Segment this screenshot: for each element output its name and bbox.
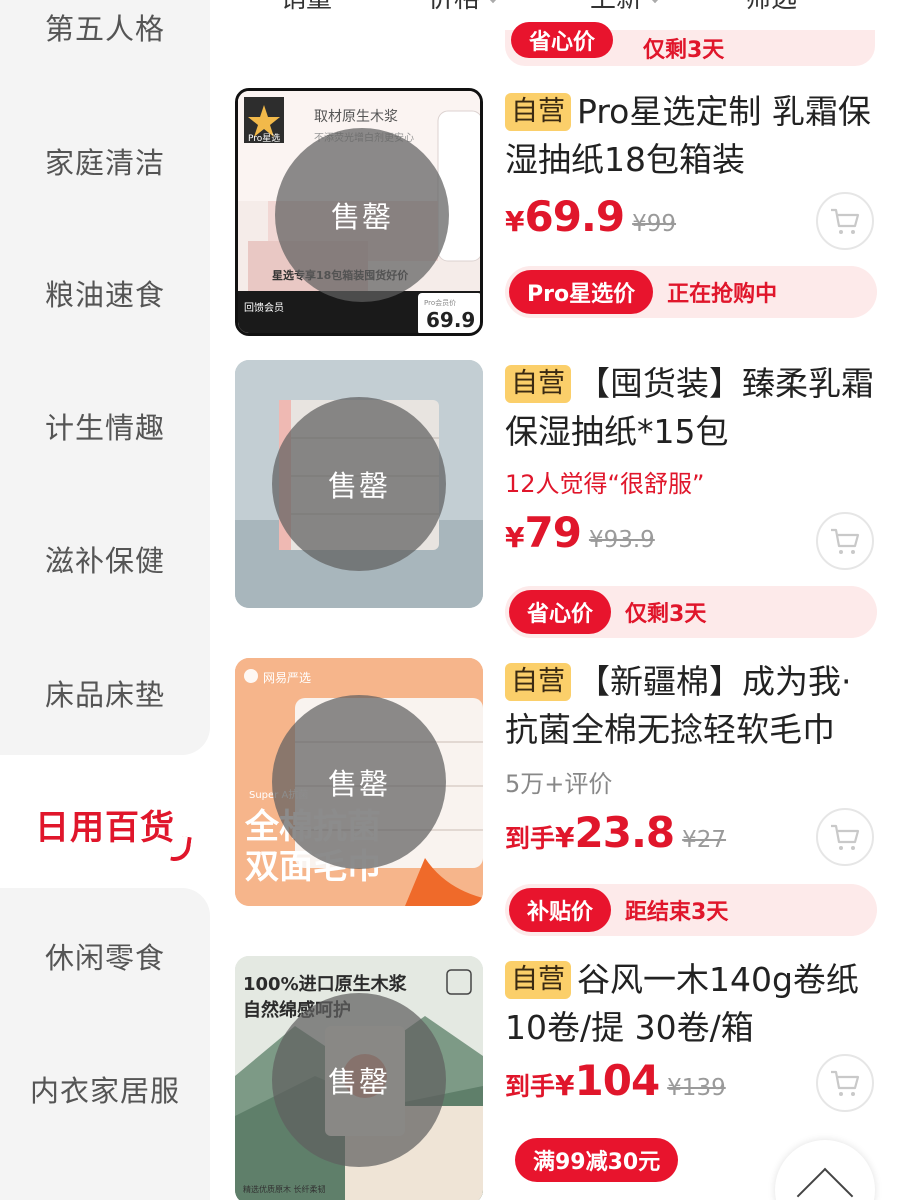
sidebar-item-family-planning[interactable]: 计生情趣 — [0, 405, 210, 447]
sold-out-overlay: 售罄 — [275, 128, 449, 302]
promo-strip: 补贴价 距结束3天 — [505, 884, 877, 936]
price-row: 到手 ¥ 23.8 ¥27 — [505, 808, 726, 860]
price-currency: ¥ — [555, 1069, 575, 1102]
sort-new[interactable]: 上新 — [590, 0, 663, 15]
previous-item-promo: 省心价 仅剩3天 — [505, 22, 875, 66]
image-member: 回馈会员 — [244, 301, 284, 314]
product-title[interactable]: 自营 Pro星选定制 乳霜保湿抽纸18包箱装 — [505, 88, 880, 184]
price-value: 104 — [574, 1056, 661, 1105]
original-price: ¥99 — [632, 211, 677, 237]
original-price: ¥93.9 — [588, 527, 655, 553]
add-to-cart-button[interactable] — [816, 1054, 874, 1112]
review-count: 5万+评价 — [505, 770, 613, 798]
sold-out-overlay: 售罄 — [272, 993, 446, 1167]
price-row: ¥ 79 ¥93.9 — [505, 508, 655, 560]
promo-text: 仅剩3天 — [625, 602, 707, 627]
sort-sales[interactable]: 销量 — [280, 0, 332, 15]
sort-price-label: 价格 — [428, 0, 480, 14]
price-prefix: 到手 — [505, 824, 556, 853]
price-row: ¥ 69.9 ¥99 — [505, 192, 676, 244]
image-headline: 取材原生木浆 — [314, 109, 398, 125]
price-value: 23.8 — [574, 808, 676, 857]
promo-tag: 补贴价 — [509, 888, 612, 932]
sort-bar: 销量 价格 上新 筛选 — [210, 0, 900, 14]
chevron-down-icon — [647, 0, 663, 4]
sort-filter[interactable]: 筛选 — [745, 0, 797, 15]
promo-tag: 满99减30元 — [515, 1138, 679, 1182]
add-to-cart-button[interactable] — [816, 192, 874, 250]
product-title[interactable]: 自营 【新疆棉】成为我·抗菌全棉无捻轻软毛巾 — [505, 658, 880, 754]
category-sidebar: 第五人格 家庭清洁 粮油速食 计生情趣 滋补保健 床品床垫 日用百货 休闲零食 … — [0, 0, 210, 1200]
product-image[interactable]: 100%进口原生木浆 自然绵感呵护 精选优质原木 长纤柔韧 售罄 — [235, 956, 483, 1200]
cart-icon — [831, 824, 860, 850]
product-image[interactable]: Pro星选 取材原生木浆 不添荧光增白剂更安心 星选专享18包箱装囤货好价 回馈… — [235, 88, 483, 336]
product-card[interactable]: Pro星选 取材原生木浆 不添荧光增白剂更安心 星选专享18包箱装囤货好价 回馈… — [210, 88, 900, 338]
review-highlight: 12人觉得“很舒服” — [505, 470, 705, 498]
image-brand: 网易严选 — [263, 671, 311, 685]
image-price: 69.9 — [426, 308, 475, 332]
product-image[interactable]: 售罄 — [235, 360, 483, 608]
cart-icon — [831, 1070, 860, 1096]
price-row: 到手 ¥ 104 ¥139 — [505, 1056, 726, 1108]
sold-out-overlay: 售罄 — [272, 397, 446, 571]
sidebar-item-home-cleaning[interactable]: 家庭清洁 — [0, 140, 210, 182]
add-to-cart-button[interactable] — [816, 512, 874, 570]
sidebar-item-grain-oil[interactable]: 粮油速食 — [0, 272, 210, 314]
self-operated-tag: 自营 — [505, 365, 571, 403]
image-line1: 100%进口原生木浆 — [243, 973, 408, 995]
price-prefix: 到手 — [505, 1072, 556, 1101]
product-title[interactable]: 自营 【囤货装】臻柔乳霜保湿抽纸*15包 — [505, 360, 880, 456]
price-currency: ¥ — [555, 821, 575, 854]
promo-strip: 省心价 仅剩3天 — [505, 586, 877, 638]
promo-tag: 省心价 — [511, 22, 614, 58]
sidebar-item-identity-v[interactable]: 第五人格 — [0, 6, 210, 48]
promo-tag: 省心价 — [509, 590, 612, 634]
cart-icon — [831, 208, 860, 234]
sort-new-label: 上新 — [590, 0, 642, 14]
original-price: ¥27 — [682, 827, 727, 853]
original-price: ¥139 — [667, 1075, 726, 1101]
sort-price[interactable]: 价格 — [428, 0, 501, 15]
sidebar-item-underwear-homewear[interactable]: 内衣家居服 — [0, 1068, 210, 1110]
product-image[interactable]: 网易严选 Super A抗菌 全棉抗菌 双面毛巾 售罄 — [235, 658, 483, 906]
image-badge: Pro星选 — [248, 132, 280, 144]
price-value: 79 — [524, 508, 581, 557]
promo-tag: Pro星选价 — [509, 270, 654, 314]
price-currency: ¥ — [505, 521, 525, 554]
chevron-down-icon — [485, 0, 501, 4]
sort-sales-label: 销量 — [280, 0, 332, 14]
price-value: 69.9 — [524, 192, 625, 241]
price-currency: ¥ — [505, 205, 525, 238]
image-foot: 精选优质原木 长纤柔韧 — [243, 1184, 326, 1194]
sold-out-overlay: 售罄 — [272, 695, 446, 869]
product-title[interactable]: 自营 谷风一木140g卷纸10卷/提 30卷/箱 — [505, 956, 880, 1052]
sidebar-item-health[interactable]: 滋补保健 — [0, 538, 210, 580]
self-operated-tag: 自营 — [505, 93, 571, 131]
promo-strip: Pro星选价 正在抢购中 — [505, 266, 877, 318]
sort-filter-label: 筛选 — [745, 0, 797, 14]
sidebar-bg-top — [0, 0, 210, 755]
cart-icon — [831, 528, 860, 554]
product-card[interactable]: 售罄 自营 【囤货装】臻柔乳霜保湿抽纸*15包 12人觉得“很舒服” ¥ 79 ¥… — [210, 360, 900, 638]
image-price-label: Pro会员价 — [424, 298, 456, 307]
promo-text: 正在抢购中 — [667, 282, 778, 307]
promo-text: 仅剩3天 — [643, 38, 725, 63]
self-operated-tag: 自营 — [505, 961, 571, 999]
add-to-cart-button[interactable] — [816, 808, 874, 866]
active-indicator — [170, 834, 192, 864]
promo-strip: 满99减30元 — [505, 1134, 679, 1186]
sidebar-item-snacks[interactable]: 休闲零食 — [0, 935, 210, 977]
product-card[interactable]: 网易严选 Super A抗菌 全棉抗菌 双面毛巾 售罄 自营【新疆棉】成为我·抗… — [210, 658, 900, 936]
chevron-up-icon — [796, 1167, 854, 1200]
self-operated-tag: 自营 — [505, 663, 571, 701]
sidebar-item-bedding[interactable]: 床品床垫 — [0, 672, 210, 714]
promo-text: 距结束3天 — [625, 900, 729, 925]
